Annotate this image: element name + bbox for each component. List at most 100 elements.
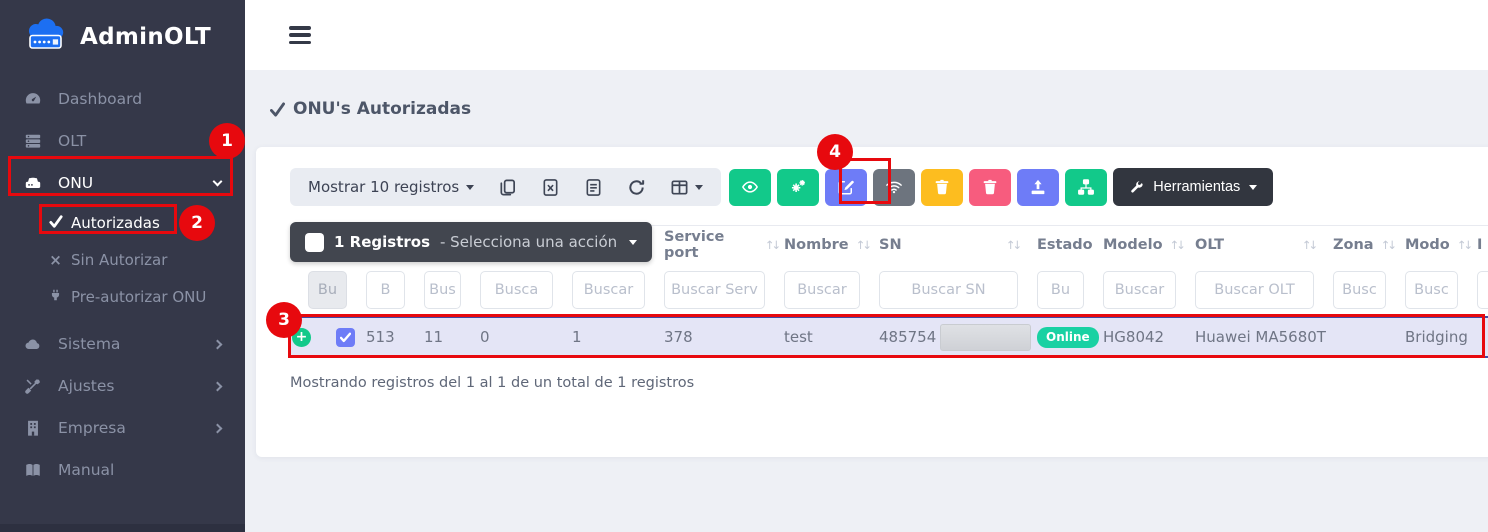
sort-icon: ↑↓ xyxy=(765,238,778,252)
brand[interactable]: AdminOLT xyxy=(0,0,245,70)
onu-submenu: Autorizadas × Sin Autorizar Pre-autoriza… xyxy=(0,204,245,315)
upload-button[interactable] xyxy=(1017,169,1059,206)
sort-icon: ↑↓ xyxy=(1006,238,1019,252)
sidebar-item-dashboard[interactable]: Dashboard xyxy=(0,78,245,120)
plug-icon xyxy=(48,288,63,306)
column-header-modelo[interactable]: Modelo↑↓ xyxy=(1097,237,1189,253)
column-header-zona[interactable]: Zona↑↓ xyxy=(1327,237,1399,253)
column-visibility-dropdown[interactable] xyxy=(669,177,703,197)
topbar xyxy=(245,0,1488,70)
cell-modo: Bridging xyxy=(1399,328,1471,346)
cell-service-port: 378 xyxy=(658,328,778,346)
trash-icon xyxy=(933,178,951,196)
caret-down-icon xyxy=(466,185,474,190)
sidebar-item-label: Sin Autorizar xyxy=(71,251,167,269)
sidebar-item-manual[interactable]: Manual xyxy=(0,449,245,491)
sidebar-item-label: Ajustes xyxy=(58,377,115,395)
cell-onu-id: 1 xyxy=(566,328,658,346)
column-header-sn[interactable]: SN↑↓ xyxy=(873,237,1031,253)
search-olt-input[interactable] xyxy=(1195,271,1314,309)
selection-action-dropdown[interactable]: 1 Registros - Selecciona una acción xyxy=(290,222,652,262)
sidebar-item-onu[interactable]: ONU xyxy=(0,162,245,204)
view-button[interactable] xyxy=(729,169,771,206)
sidebar-item-sistema[interactable]: Sistema xyxy=(0,323,245,365)
selection-action-label: - Selecciona una acción xyxy=(440,233,617,251)
sidebar-item-label: Dashboard xyxy=(58,90,142,108)
book-icon xyxy=(23,461,43,479)
sidebar-item-sin-autorizar[interactable]: × Sin Autorizar xyxy=(0,241,245,278)
sitemap-button[interactable] xyxy=(1065,169,1107,206)
page-title: ONU's Autorizadas xyxy=(270,99,471,119)
column-header-clipped[interactable]: I xyxy=(1471,237,1488,253)
sidebar-item-label: Sistema xyxy=(58,335,120,353)
search-input[interactable] xyxy=(366,271,405,309)
check-icon xyxy=(270,102,285,117)
column-header-estado[interactable]: Estado xyxy=(1031,237,1097,253)
wifi-button[interactable] xyxy=(873,169,915,206)
sort-icon: ↑↓ xyxy=(856,238,869,252)
search-service-port-input[interactable] xyxy=(664,271,765,309)
sidebar-item-autorizadas[interactable]: Autorizadas xyxy=(0,204,245,241)
show-entries-dropdown[interactable]: Mostrar 10 registros xyxy=(308,178,474,196)
column-header-nombre[interactable]: Nombre↑↓ xyxy=(778,237,873,253)
search-modo-input[interactable] xyxy=(1405,271,1458,309)
column-header-olt[interactable]: OLT↑↓ xyxy=(1189,237,1327,253)
copy-icon[interactable] xyxy=(497,177,517,197)
sidebar-item-label: OLT xyxy=(58,132,86,150)
sidebar-item-label: Autorizadas xyxy=(71,214,160,232)
soft-delete-button[interactable] xyxy=(921,169,963,206)
cell-olt: Huawei MA5680T xyxy=(1189,328,1327,346)
edit-icon xyxy=(837,178,855,196)
sidebar-item-empresa[interactable]: Empresa xyxy=(0,407,245,449)
search-nombre-input[interactable] xyxy=(784,271,860,309)
wrench-icon xyxy=(1129,180,1144,195)
search-onu-id-input[interactable] xyxy=(572,271,645,309)
row-checkbox-checked[interactable] xyxy=(336,328,355,347)
sort-icon: ↑↓ xyxy=(1170,238,1183,252)
hamburger-menu-icon[interactable] xyxy=(289,26,311,48)
check-icon xyxy=(48,214,63,232)
chevron-down-icon xyxy=(213,177,223,187)
search-input[interactable] xyxy=(1477,271,1488,309)
search-zona-input[interactable] xyxy=(1333,271,1386,309)
selection-count: 1 Registros xyxy=(334,233,430,251)
delete-button[interactable] xyxy=(969,169,1011,206)
column-header-modo[interactable]: Modo↑↓ xyxy=(1399,237,1471,253)
edit-button[interactable] xyxy=(825,169,867,206)
caret-down-icon xyxy=(629,240,637,245)
refresh-icon[interactable] xyxy=(626,177,646,197)
search-sn-input[interactable] xyxy=(879,271,1018,309)
eye-icon xyxy=(741,178,759,196)
sidebar-item-olt[interactable]: OLT xyxy=(0,120,245,162)
sort-icon: ↑↓ xyxy=(1302,238,1315,252)
column-header-service-port[interactable]: Service port↑↓ xyxy=(658,229,778,261)
search-modelo-input[interactable] xyxy=(1103,271,1176,309)
search-input[interactable] xyxy=(424,271,461,309)
upload-icon xyxy=(1029,178,1047,196)
sidebar: AdminOLT Dashboard OLT ONU xyxy=(0,0,245,532)
redacted-blur-box xyxy=(940,324,1031,351)
caret-down-icon xyxy=(1249,185,1257,190)
columns-icon xyxy=(669,177,689,197)
sidebar-item-label: Manual xyxy=(58,461,114,479)
search-input[interactable] xyxy=(480,271,553,309)
wifi-icon xyxy=(885,178,903,196)
trash-icon xyxy=(981,178,999,196)
sitemap-icon xyxy=(1077,178,1095,196)
table-controls-group: Mostrar 10 registros xyxy=(290,168,721,206)
search-select-input xyxy=(308,271,347,309)
gauge-icon xyxy=(23,90,43,108)
app-window: AdminOLT Dashboard OLT ONU xyxy=(0,0,1488,532)
table-row[interactable]: + 513 11 0 1 378 test 485754 Online HG80… xyxy=(290,316,1488,358)
herramientas-dropdown-button[interactable]: Herramientas xyxy=(1113,168,1273,206)
select-all-checkbox[interactable] xyxy=(305,233,324,252)
cell-sn: 485754 xyxy=(873,324,1031,351)
configure-button[interactable] xyxy=(777,169,819,206)
chevron-right-icon xyxy=(213,381,223,391)
search-estado-input[interactable] xyxy=(1037,271,1084,309)
export-file-icon[interactable] xyxy=(583,177,603,197)
gears-icon xyxy=(789,178,807,196)
export-excel-icon[interactable] xyxy=(540,177,560,197)
sidebar-item-pre-autorizar[interactable]: Pre-autorizar ONU xyxy=(0,278,245,315)
sidebar-item-ajustes[interactable]: Ajustes xyxy=(0,365,245,407)
